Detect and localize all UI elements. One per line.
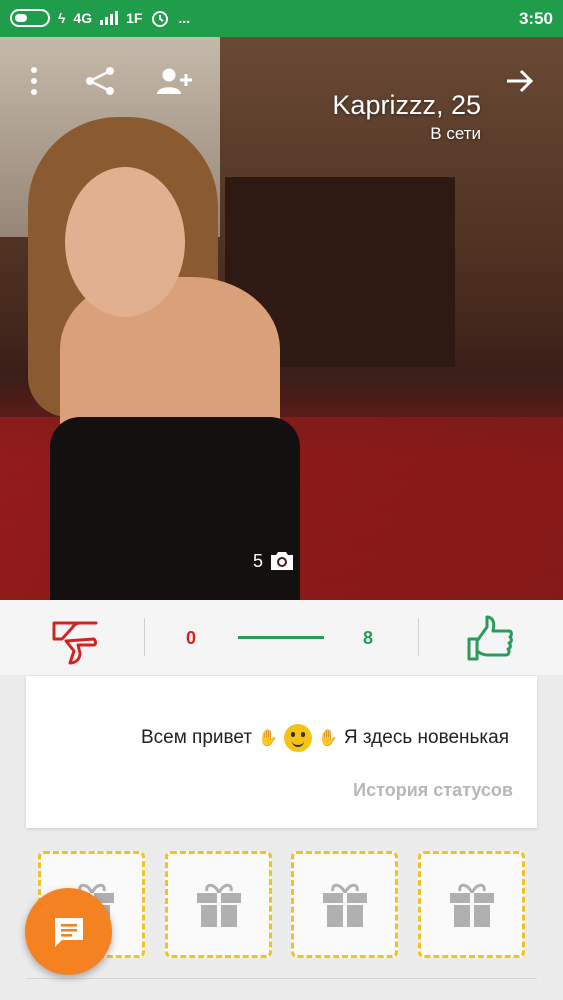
gift-icon <box>449 883 494 927</box>
more-vertical-icon[interactable] <box>12 59 56 103</box>
charging-icon: ϟ <box>58 10 66 26</box>
clock: 3:50 <box>518 9 553 28</box>
share-icon[interactable] <box>78 59 122 103</box>
gift-slot[interactable] <box>165 851 272 958</box>
status-card: Всем привет ✋ ✋ Я здесь новенькая Истори… <box>26 676 537 828</box>
arrow-right-icon[interactable] <box>498 59 542 103</box>
divider <box>26 978 537 979</box>
gift-icon <box>196 883 241 927</box>
gift-slot[interactable] <box>291 851 398 958</box>
photo-figure-face <box>65 167 185 317</box>
network-type: 4G <box>73 10 93 26</box>
profile-photo[interactable]: Kaprizzz, 25 В сети <box>0 37 563 600</box>
photo-figure-dress <box>50 417 300 600</box>
photo-count[interactable]: 5 <box>253 550 295 572</box>
like-count: 8 <box>363 628 374 648</box>
status-bar: ϟ 4G 1F ... 3:50 <box>0 0 563 37</box>
status-history-link[interactable]: История статусов <box>353 780 513 801</box>
camera-icon <box>271 552 294 570</box>
rating-bar <box>238 636 324 639</box>
signal-label: 1F <box>126 10 143 26</box>
chat-button[interactable] <box>25 888 112 975</box>
dislike-count: 0 <box>186 628 197 648</box>
status-text: Всем привет ✋ ✋ Я здесь новенькая <box>141 724 509 752</box>
profile-name-age: Kaprizzz, 25 <box>332 90 481 120</box>
waving-hand-icon: ✋ <box>317 730 338 747</box>
thumb-up-icon[interactable] <box>465 613 515 668</box>
thumb-down-icon[interactable] <box>50 617 100 672</box>
divider <box>418 618 419 656</box>
signal-icon <box>100 11 119 25</box>
divider <box>144 618 145 656</box>
smiley-icon <box>283 724 312 752</box>
notification-dots: ... <box>178 10 191 26</box>
add-user-icon[interactable] <box>152 59 196 103</box>
status-text-after: Я здесь новенькая <box>343 727 509 748</box>
battery-icon <box>10 9 50 27</box>
status-text-before: Всем привет <box>140 727 253 748</box>
photo-count-value: 5 <box>253 550 264 571</box>
alarm-icon <box>152 11 169 27</box>
waving-hand-icon: ✋ <box>258 730 278 747</box>
gift-slot[interactable] <box>418 851 525 958</box>
gift-icon <box>322 883 367 927</box>
online-status: В сети <box>430 124 481 143</box>
status-bar-left: ϟ 4G 1F ... <box>10 8 190 28</box>
chat-icon <box>54 917 83 947</box>
